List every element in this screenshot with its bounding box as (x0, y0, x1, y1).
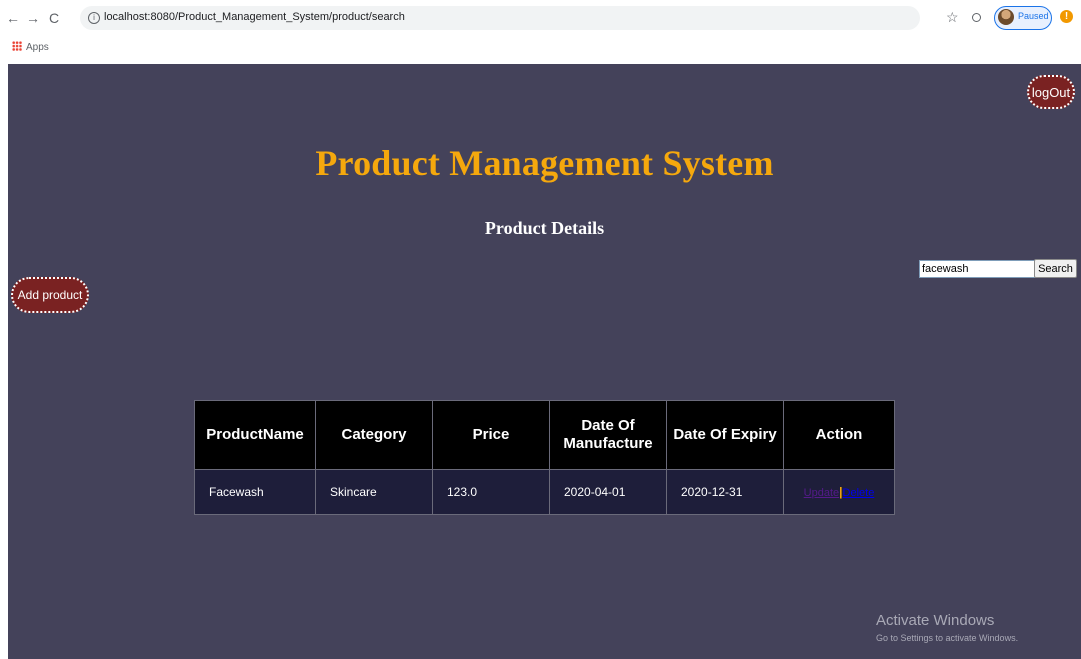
cell-manufacture-date: 2020-04-01 (549, 469, 667, 515)
products-table: ProductName Category Price Date Of Manuf… (194, 400, 895, 515)
avatar (998, 9, 1014, 25)
table-header-row: ProductName Category Price Date Of Manuf… (194, 400, 895, 470)
profile-button[interactable]: Paused (994, 6, 1052, 30)
profile-status: Paused (1018, 11, 1049, 21)
page-subtitle: Product Details (484, 218, 605, 238)
cell-action: Update|Delete (783, 469, 895, 515)
watermark-subtitle: Go to Settings to activate Windows. (876, 633, 1019, 643)
info-icon[interactable]: i (88, 12, 100, 24)
column-header: Date Of Expiry (666, 400, 784, 470)
watermark-title: Activate Windows (876, 612, 995, 629)
url-text: localhost:8080/Product_Management_System… (104, 11, 405, 23)
column-header: ProductName (194, 400, 316, 470)
update-alert-icon[interactable]: ! (1060, 10, 1073, 23)
bookmarks-bar: Apps (0, 36, 1081, 62)
column-header: Date Of Manufacture (549, 400, 667, 470)
apps-grid-icon (12, 41, 22, 51)
cell-expiry-date: 2020-12-31 (666, 469, 784, 515)
cell-product-name: Facewash (194, 469, 316, 515)
add-product-button[interactable]: Add product (11, 277, 89, 313)
apps-label: Apps (26, 42, 49, 53)
omnibox[interactable]: i localhost:8080/Product_Management_Syst… (80, 6, 920, 30)
activate-windows-watermark: Activate Windows Go to Settings to activ… (876, 612, 1018, 646)
update-link[interactable]: Update (804, 487, 839, 499)
cell-price: 123.0 (432, 469, 550, 515)
delete-link[interactable]: Delete (843, 487, 875, 499)
address-bar-row: ← → C i localhost:8080/Product_Managemen… (0, 0, 1081, 36)
table-row: Facewash Skincare 123.0 2020-04-01 2020-… (194, 469, 895, 515)
column-header: Price (432, 400, 550, 470)
extension-icon[interactable] (972, 13, 981, 22)
cell-category: Skincare (315, 469, 433, 515)
back-arrow-icon[interactable]: ← (6, 9, 20, 27)
page-title: Product Management System (315, 143, 774, 183)
column-header: Category (315, 400, 433, 470)
bookmark-apps[interactable]: Apps (12, 41, 49, 53)
search-input[interactable] (919, 260, 1038, 278)
browser-chrome: ← → C i localhost:8080/Product_Managemen… (0, 0, 1081, 64)
column-header: Action (783, 400, 895, 470)
reload-icon[interactable]: C (49, 9, 59, 27)
page-content: logOut Product Management System Product… (8, 64, 1081, 659)
star-icon[interactable]: ☆ (946, 9, 959, 25)
search-button[interactable]: Search (1034, 259, 1077, 278)
forward-arrow-icon[interactable]: → (26, 9, 40, 27)
logout-button[interactable]: logOut (1027, 75, 1075, 109)
